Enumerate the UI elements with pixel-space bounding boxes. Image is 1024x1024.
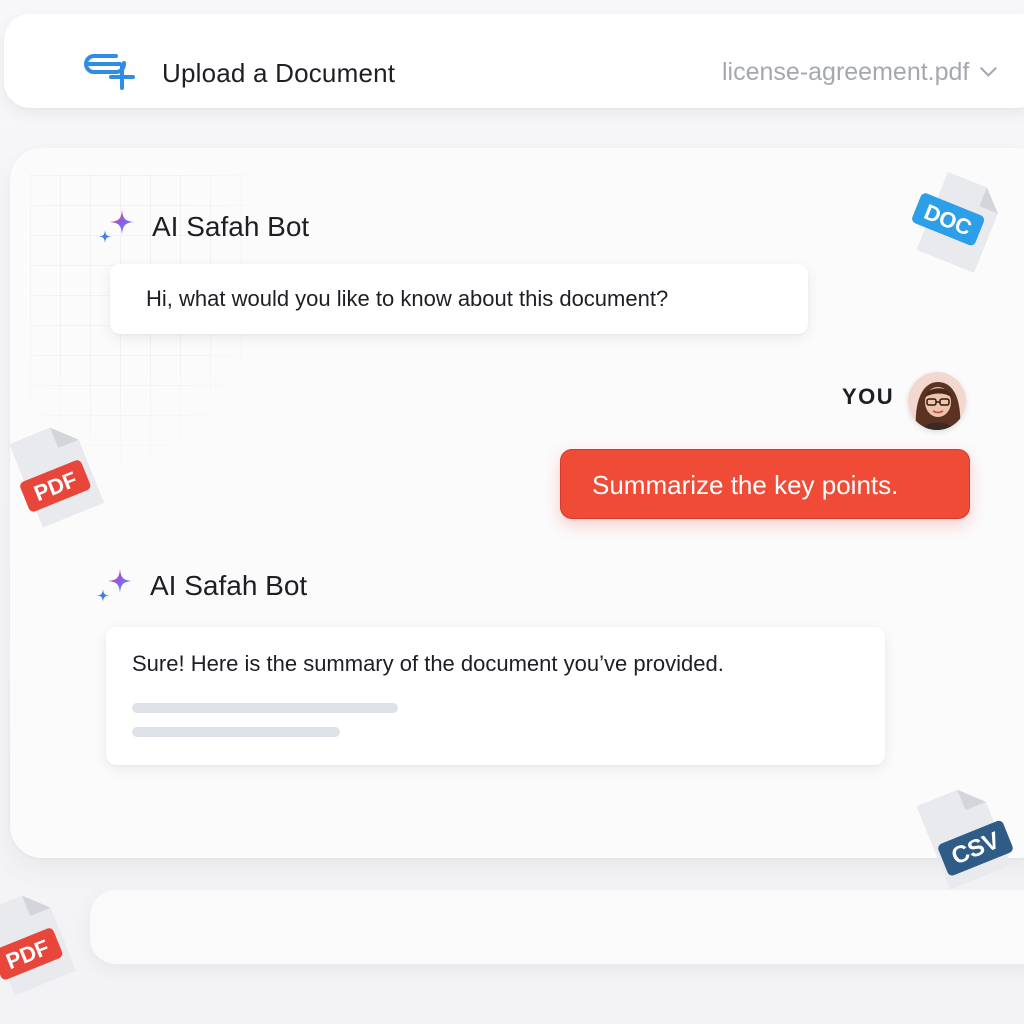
- user-avatar: [908, 372, 966, 430]
- sparkle-icon: [99, 210, 134, 243]
- loading-line: [132, 727, 340, 737]
- bot-name: AI Safah Bot: [152, 211, 310, 242]
- csv-file-icon: CSV: [916, 789, 1013, 890]
- page: Upload a Document license-agreement.pdf …: [0, 0, 1024, 1024]
- user-label: YOU: [842, 384, 895, 409]
- pdf-file-icon: PDF: [0, 895, 77, 996]
- bot-name: AI Safah Bot: [150, 570, 308, 601]
- bot-message-bubble: Hi, what would you like to know about th…: [110, 264, 808, 334]
- selected-file-name: license-agreement.pdf: [722, 58, 970, 86]
- loading-line: [132, 703, 398, 713]
- bot-header: AI Safah Bot: [94, 565, 307, 607]
- file-select-dropdown[interactable]: license-agreement.pdf: [722, 58, 998, 87]
- doc-file-icon: DOC: [912, 171, 998, 273]
- bot-header: AI Safah Bot: [96, 206, 309, 248]
- user-message-text: Summarize the key points.: [592, 470, 899, 500]
- sparkle-icon: [97, 569, 132, 602]
- header-bar: Upload a Document license-agreement.pdf: [4, 14, 1024, 108]
- user-message-bubble: Summarize the key points.: [560, 449, 970, 519]
- upload-document-icon[interactable]: [80, 44, 138, 96]
- bot-message-bubble: Sure! Here is the summary of the documen…: [106, 627, 885, 765]
- bot-message-text: Hi, what would you like to know about th…: [146, 286, 669, 311]
- bottom-bar: [90, 890, 1024, 964]
- pdf-file-icon: PDF: [9, 427, 105, 528]
- upload-title[interactable]: Upload a Document: [162, 58, 395, 89]
- bot-message-text: Sure! Here is the summary of the documen…: [132, 651, 724, 676]
- chevron-down-icon: [980, 59, 998, 77]
